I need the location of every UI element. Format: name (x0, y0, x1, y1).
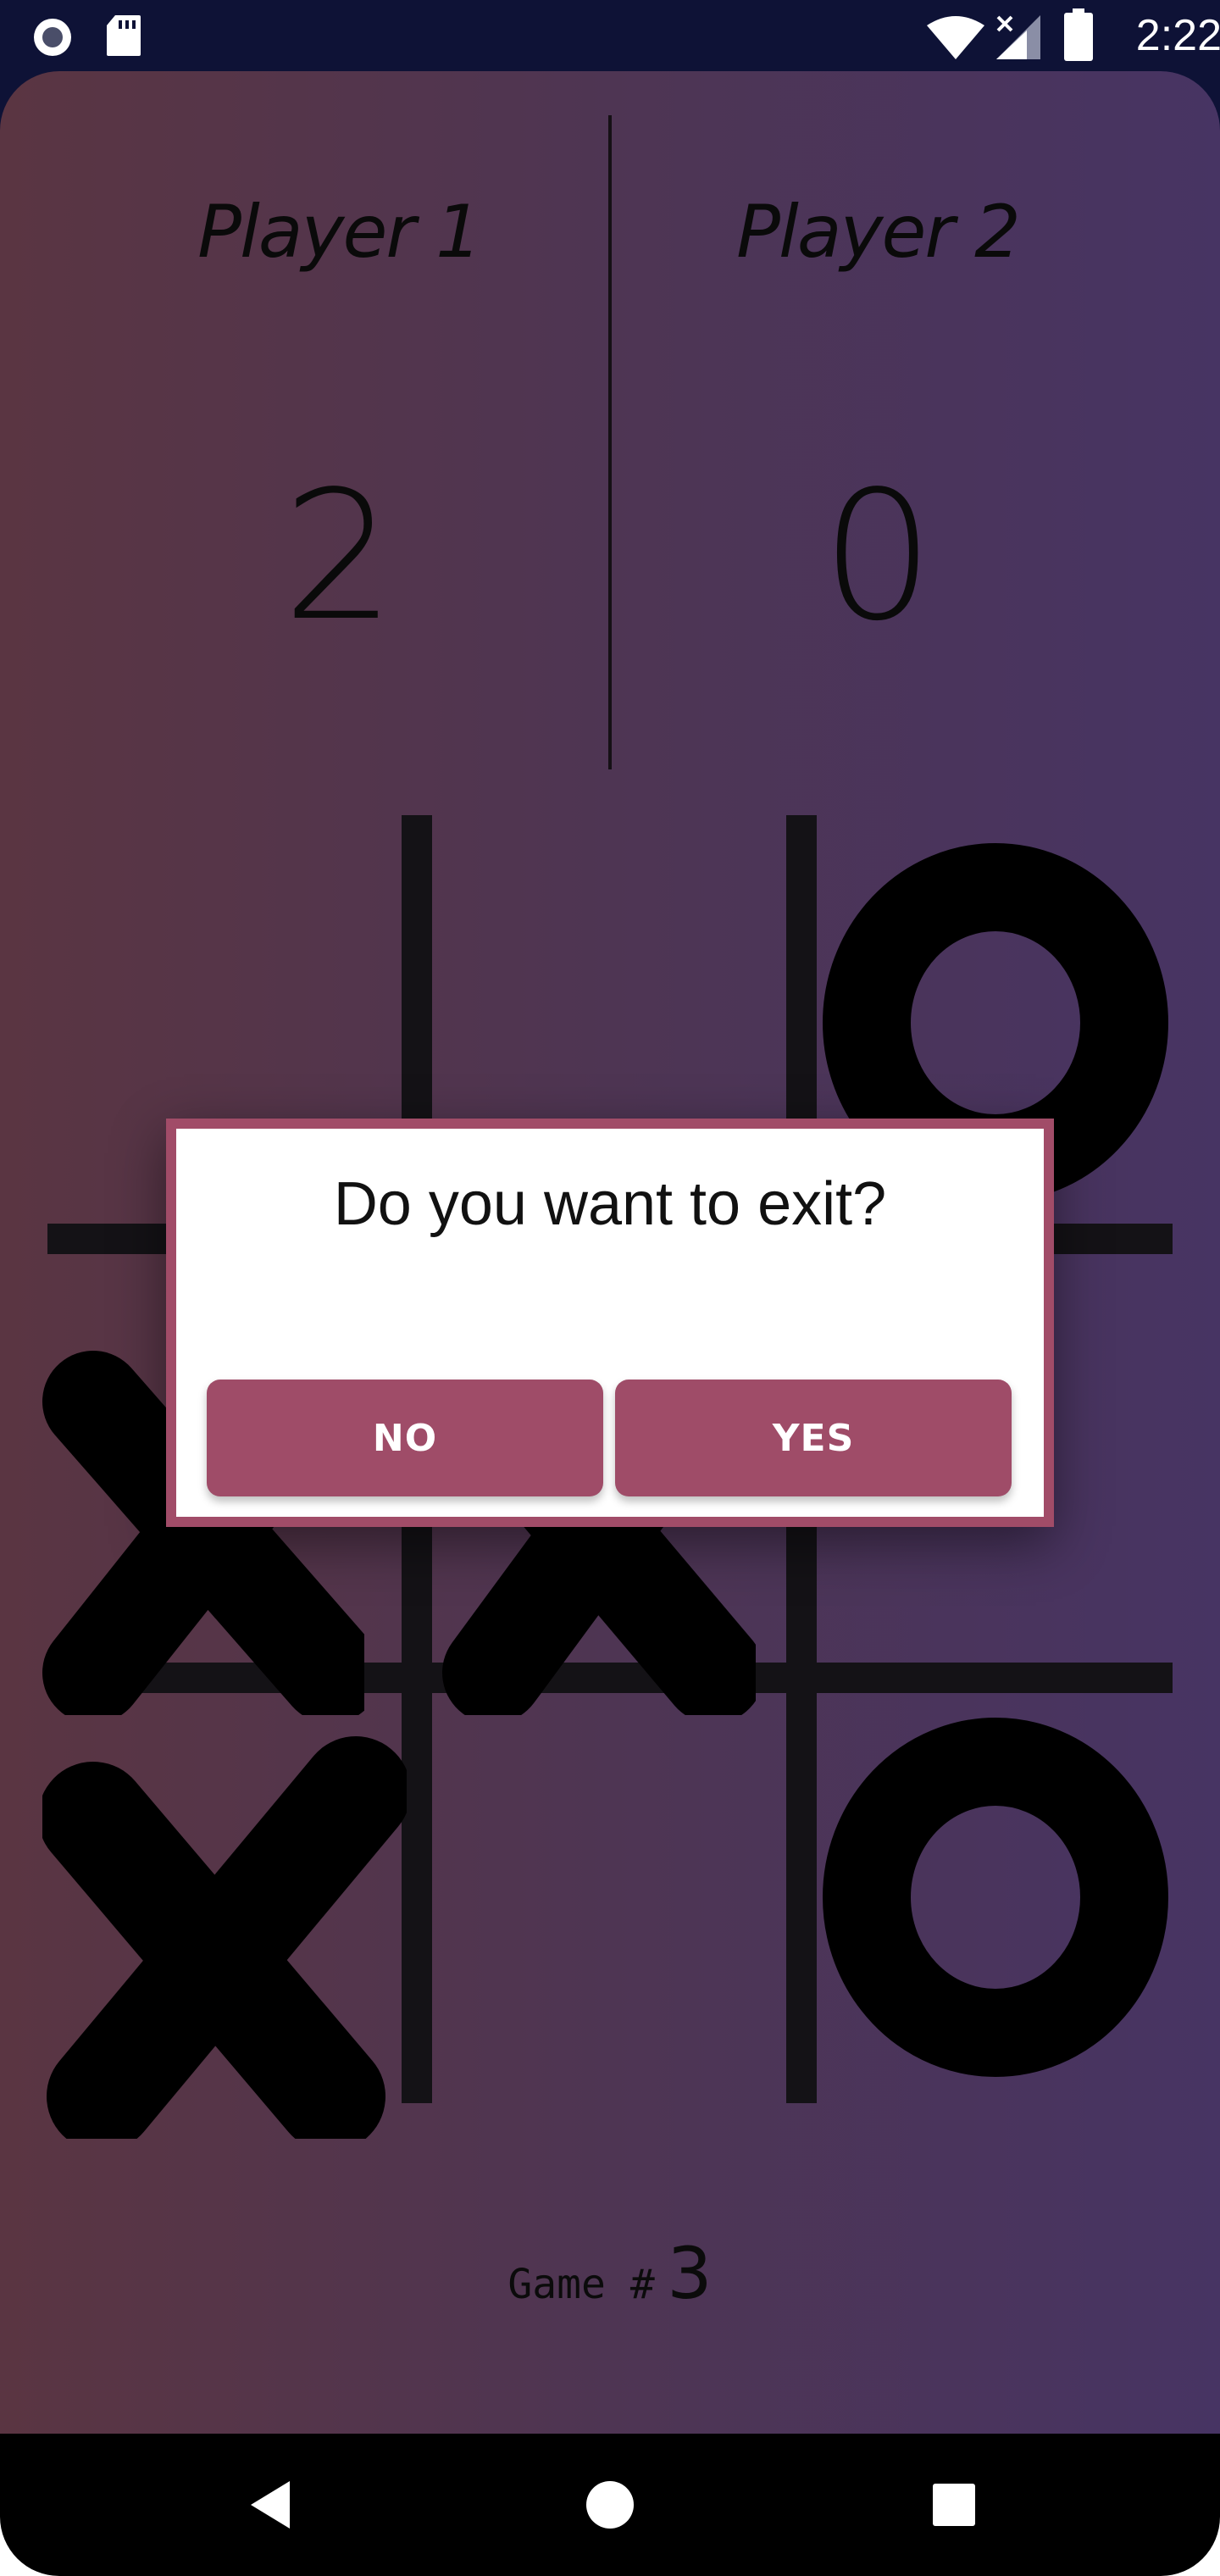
wifi-icon (927, 16, 984, 59)
sd-card-icon (107, 15, 141, 56)
cell-8-o-mark[interactable] (822, 1715, 1169, 2079)
player2-score: 0 (821, 452, 934, 660)
status-time: 2:22 (1135, 11, 1220, 60)
home-icon (586, 2481, 634, 2529)
signal-icon (996, 15, 1040, 59)
back-button[interactable] (186, 2434, 356, 2576)
dialog-message: Do you want to exit? (333, 1170, 887, 1238)
player1-score: 2 (282, 452, 396, 660)
back-icon (251, 2481, 290, 2529)
game-counter-number: 3 (667, 2232, 713, 2315)
home-button[interactable] (525, 2434, 695, 2576)
game-counter-label: Game # (507, 2261, 655, 2308)
recents-icon (933, 2484, 975, 2526)
screen-corner (1161, 71, 1220, 130)
game-screen: Player 1 Player 2 2 0 Game # 3 Do you wa… (0, 71, 1220, 2434)
player1-label: Player 1 (197, 190, 482, 275)
screen-corner (0, 2517, 59, 2576)
exit-dialog: Do you want to exit? NO YES (166, 1119, 1054, 1527)
battery-icon (1064, 8, 1093, 61)
nav-bar (0, 2434, 1220, 2576)
yes-button[interactable]: YES (615, 1380, 1012, 1496)
cell-6-x-mark[interactable] (42, 1732, 407, 2139)
player2-label: Player 2 (736, 190, 1021, 275)
game-counter: Game # 3 (0, 2232, 1220, 2315)
status-bar: 2:22 (0, 0, 1220, 71)
record-icon (34, 19, 71, 56)
no-button[interactable]: NO (207, 1380, 603, 1496)
score-divider (608, 115, 612, 769)
screen-corner (1161, 2517, 1220, 2576)
recents-button[interactable] (869, 2434, 1039, 2576)
screen-corner (0, 71, 59, 130)
